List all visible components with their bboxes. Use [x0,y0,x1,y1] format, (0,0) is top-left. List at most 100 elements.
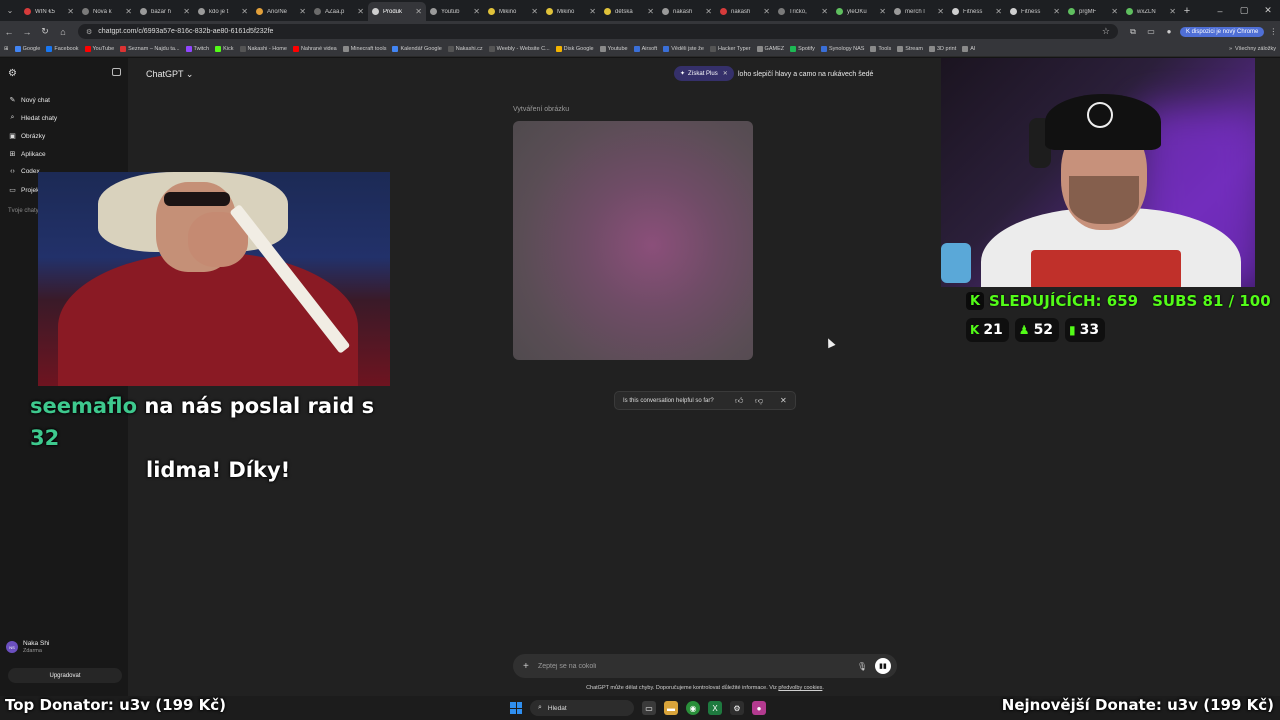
browser-tab[interactable]: yleOKu ✕ [832,2,890,21]
minimize-icon[interactable]: – [1208,0,1232,21]
cookie-preferences-link[interactable]: předvolby cookies [778,685,822,691]
tab-close-icon[interactable]: ✕ [473,7,480,16]
browser-tab[interactable]: Mikino ✕ [542,2,600,21]
excel-icon[interactable]: X [708,701,722,715]
home-icon[interactable]: ⌂ [54,21,72,42]
bookmark-item[interactable]: Hacker Typer [709,46,751,52]
apps-icon[interactable]: ⊞ [4,46,9,52]
bookmark-item[interactable]: Seznam – Najdu ta... [120,46,180,52]
close-window-icon[interactable]: ✕ [1256,0,1280,21]
tab-close-icon[interactable]: ✕ [299,7,306,16]
tab-close-icon[interactable]: ✕ [241,7,248,16]
maximize-icon[interactable]: ▢ [1232,0,1256,21]
site-info-icon[interactable]: ⚙ [86,28,92,36]
tab-close-icon[interactable]: ✕ [589,7,596,16]
file-explorer-icon[interactable]: ▬ [664,701,678,715]
browser-tab[interactable]: WIN €5 ✕ [20,2,78,21]
close-feedback-icon[interactable]: ✕ [780,396,787,405]
sidebar-toggle-icon[interactable] [112,68,121,76]
tab-close-icon[interactable]: ✕ [705,7,712,16]
bookmark-item[interactable]: Nahrané videa [292,46,337,52]
bookmark-item[interactable]: Airsoft [633,46,657,52]
tab-close-icon[interactable]: ✕ [67,7,74,16]
tab-close-icon[interactable]: ✕ [937,7,944,16]
tab-close-icon[interactable]: ✕ [1169,7,1176,16]
thumbs-up-icon[interactable]: 👍︎ [735,396,743,406]
bookmark-item[interactable]: YouTube [84,46,114,52]
taskbar-search[interactable]: ⌕ Hledat [530,700,634,716]
browser-tab[interactable]: wxZLN ✕ [1122,2,1180,21]
task-view-icon[interactable]: ▭ [642,701,656,715]
split-view-icon[interactable]: ▭ [1142,27,1160,36]
model-picker[interactable]: ChatGPT ⌄ [146,69,193,80]
tab-close-icon[interactable]: ✕ [995,7,1002,16]
browser-tab[interactable]: Youtub ✕ [426,2,484,21]
bookmark-item[interactable]: Weebly - Website C... [488,46,550,52]
user-menu[interactable]: NS Naka Shi Zdarma [6,640,49,654]
chatgpt-logo-icon[interactable]: ⚙ [8,68,17,79]
extensions-icon[interactable]: ⧉ [1124,27,1142,37]
tab-close-icon[interactable]: ✕ [763,7,770,16]
thumbs-down-icon[interactable]: 👎︎ [755,396,763,406]
tab-search-icon[interactable]: ⌄ [0,0,20,21]
browser-tab[interactable]: bazar h ✕ [136,2,194,21]
bookmark-item[interactable]: Kalendář Google [392,46,442,52]
new-tab-button[interactable]: + [1180,5,1194,17]
browser-tab[interactable]: Mikino ✕ [484,2,542,21]
profile-icon[interactable]: ● [1160,27,1178,36]
bookmark-item[interactable]: Twitch [185,46,209,52]
bookmark-item[interactable]: Stream [897,46,923,52]
tab-close-icon[interactable]: ✕ [821,7,828,16]
sidebar-item-codex[interactable]: ‹› Codex [8,168,40,175]
tab-close-icon[interactable]: ✕ [531,7,538,16]
bookmark-item[interactable]: Google [14,46,40,52]
bookmark-item[interactable]: 3D print [928,46,956,52]
tab-close-icon[interactable]: ✕ [415,7,422,16]
sidebar-item-apps[interactable]: ⊞ Aplikace [8,150,46,159]
back-icon[interactable]: ← [0,21,18,42]
browser-tab[interactable]: nakash ✕ [658,2,716,21]
microphone-icon[interactable]: 🎙︎ [857,662,867,671]
forward-icon[interactable]: → [18,21,36,42]
bookmark-item[interactable]: Kick [215,46,234,52]
browser-tab[interactable]: merch l ✕ [890,2,948,21]
sidebar-item-search-chats[interactable]: ⌕ Hledat chaty [8,114,58,122]
browser-tab[interactable]: Fitness ✕ [1006,2,1064,21]
windows-start-icon[interactable] [510,702,522,714]
bookmark-item[interactable]: Synology NAS [820,46,864,52]
tab-close-icon[interactable]: ✕ [1111,7,1118,16]
browser-tab[interactable]: Produk ✕ [368,2,426,21]
tab-close-icon[interactable]: ✕ [879,7,886,16]
upgrade-button[interactable]: Upgradovat [8,668,122,683]
bookmark-item[interactable]: Nakashi - Home [239,46,287,52]
sidebar-item-new-chat[interactable]: ✎ Nový chat [8,96,50,105]
all-bookmarks-button[interactable]: » Všechny záložky [1229,46,1276,52]
browser-tab[interactable]: kdo je t ✕ [194,2,252,21]
tab-close-icon[interactable]: ✕ [357,7,364,16]
settings-icon[interactable]: ⚙ [730,701,744,715]
browser-tab[interactable]: AZaa.p ✕ [310,2,368,21]
bookmark-item[interactable]: Nakashi.cz [447,46,483,52]
browser-tab[interactable]: Fitness ✕ [948,2,1006,21]
browser-tab[interactable]: Tričko, ✕ [774,2,832,21]
browser-tab[interactable]: Ano/Ne ✕ [252,2,310,21]
reload-icon[interactable]: ↻ [36,21,54,42]
voice-mode-button[interactable]: ▮▮ [875,658,891,674]
bookmark-item[interactable]: Věděli jste že [663,46,704,52]
chrome-update-button[interactable]: K dispozici je nový Chrome [1180,26,1265,37]
tab-close-icon[interactable]: ✕ [183,7,190,16]
browser-tab[interactable]: prgMF ✕ [1064,2,1122,21]
bookmark-item[interactable]: Tools [870,46,891,52]
tab-close-icon[interactable]: ✕ [647,7,654,16]
sidebar-item-images[interactable]: ▣ Obrázky [8,132,45,141]
browser-tab[interactable]: dětská ✕ [600,2,658,21]
bookmark-item[interactable]: Spotify [790,46,815,52]
bookmark-item[interactable]: Minecraft tools [342,46,386,52]
browser-tab[interactable]: Nová k ✕ [78,2,136,21]
url-input[interactable]: ⚙ chatgpt.com/c/6993a57e-816c-832b-ae80-… [78,24,1118,39]
app-icon[interactable]: ● [752,701,766,715]
browser-tab[interactable]: nakash ✕ [716,2,774,21]
bookmark-star-icon[interactable]: ☆ [1102,26,1110,37]
prompt-input[interactable] [538,662,838,670]
tab-close-icon[interactable]: ✕ [125,7,132,16]
